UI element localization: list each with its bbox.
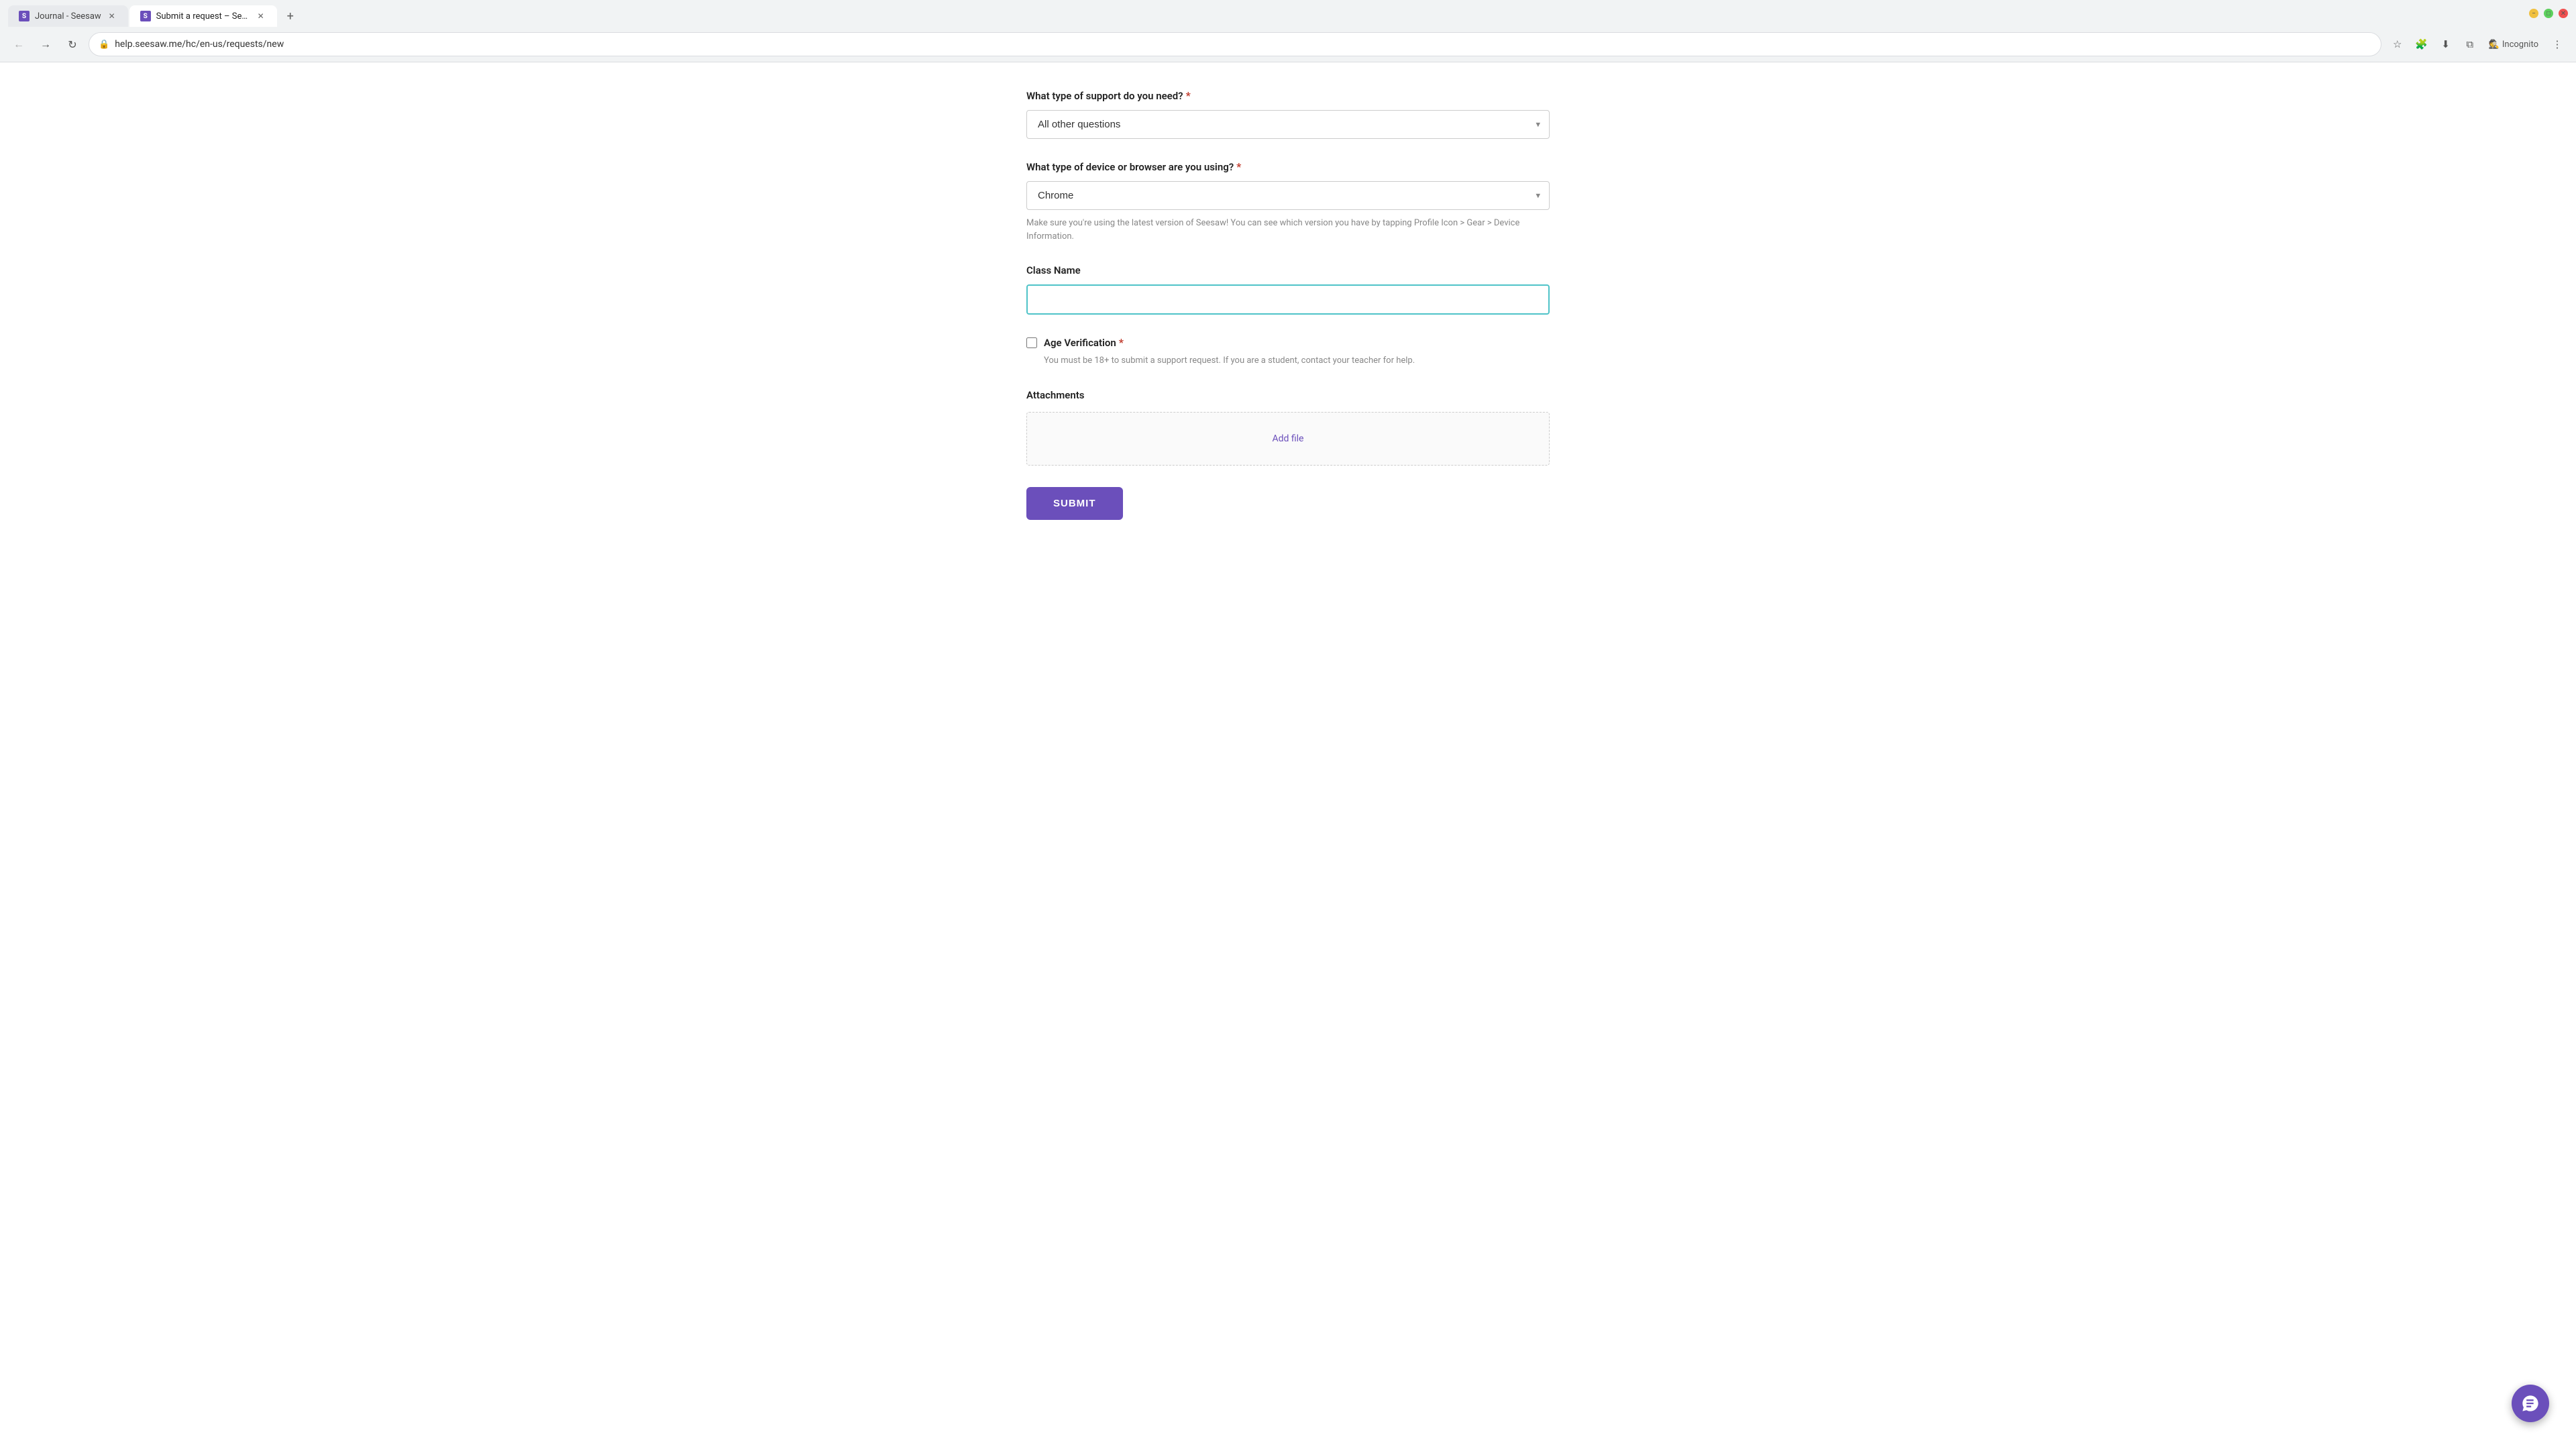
device-browser-hint: Make sure you're using the latest versio… [1026, 217, 1550, 243]
nav-bar: ← → ↻ 🔒 help.seesaw.me/hc/en-us/requests… [0, 27, 2576, 62]
url-text: help.seesaw.me/hc/en-us/requests/new [115, 39, 2371, 50]
support-type-select[interactable]: All other questionsTechnical issueBillin… [1026, 110, 1550, 139]
refresh-button[interactable]: ↻ [62, 34, 83, 55]
attachments-drop-zone[interactable]: Add file [1026, 412, 1550, 466]
more-menu-button[interactable]: ⋮ [2546, 34, 2568, 55]
age-verification-row: Age Verification * [1026, 336, 1550, 349]
tab-close-submit[interactable]: ✕ [256, 11, 266, 21]
age-verification-description: You must be 18+ to submit a support requ… [1044, 354, 1550, 368]
submit-button[interactable]: SUBMIT [1026, 487, 1123, 520]
tab-favicon-journal: S [19, 11, 30, 21]
download-button[interactable]: ⬇ [2435, 34, 2457, 55]
age-verification-checkbox[interactable] [1026, 337, 1037, 348]
device-browser-section: What type of device or browser are you u… [1026, 160, 1550, 243]
nav-actions: ☆ 🧩 ⬇ ⧉ 🕵️ Incognito ⋮ [2387, 34, 2568, 55]
device-browser-select[interactable]: ChromeSafariFirefoxEdgeiOSAndroid [1026, 181, 1550, 210]
tab-journal[interactable]: S Journal - Seesaw ✕ [8, 5, 128, 27]
browser-frame: S Journal - Seesaw ✕ S Submit a request … [0, 0, 2576, 62]
incognito-icon: 🕵️ [2489, 40, 2500, 50]
lock-icon: 🔒 [99, 40, 109, 50]
support-type-label: What type of support do you need? * [1026, 89, 1550, 102]
add-file-link[interactable]: Add file [1273, 433, 1304, 444]
new-tab-button[interactable]: + [281, 7, 300, 25]
age-verification-required: * [1119, 336, 1124, 349]
bookmark-button[interactable]: ☆ [2387, 34, 2408, 55]
submit-section: SUBMIT [1026, 487, 1550, 520]
support-type-wrapper: All other questionsTechnical issueBillin… [1026, 110, 1550, 139]
chat-icon [2521, 1394, 2540, 1413]
support-type-required: * [1186, 89, 1191, 102]
device-browser-required: * [1236, 160, 1241, 173]
extensions-button[interactable]: 🧩 [2411, 34, 2432, 55]
class-name-input[interactable] [1026, 284, 1550, 315]
minimize-button[interactable]: − [2529, 9, 2538, 18]
split-view-button[interactable]: ⧉ [2459, 34, 2481, 55]
window-controls: − □ ✕ [2529, 9, 2568, 23]
attachments-section: Attachments Add file [1026, 389, 1550, 466]
back-button[interactable]: ← [8, 34, 30, 55]
class-name-section: Class Name [1026, 264, 1550, 315]
forward-button[interactable]: → [35, 34, 56, 55]
incognito-label: Incognito [2502, 40, 2538, 50]
page-content: What type of support do you need? * All … [986, 62, 1590, 1444]
class-name-label: Class Name [1026, 264, 1550, 276]
tab-close-journal[interactable]: ✕ [107, 11, 117, 21]
title-bar: S Journal - Seesaw ✕ S Submit a request … [0, 0, 2576, 27]
device-browser-wrapper: ChromeSafariFirefoxEdgeiOSAndroid ▾ [1026, 181, 1550, 210]
attachments-label: Attachments [1026, 389, 1550, 401]
maximize-button[interactable]: □ [2544, 9, 2553, 18]
url-bar[interactable]: 🔒 help.seesaw.me/hc/en-us/requests/new [89, 32, 2381, 56]
tab-favicon-submit: S [140, 11, 151, 21]
device-browser-label: What type of device or browser are you u… [1026, 160, 1550, 173]
chat-bubble-button[interactable] [2512, 1385, 2549, 1422]
tab-submit[interactable]: S Submit a request – Seesaw Hel… ✕ [129, 5, 277, 27]
support-type-section: What type of support do you need? * All … [1026, 89, 1550, 139]
age-verification-label: Age Verification * [1044, 336, 1124, 349]
age-verification-section: Age Verification * You must be 18+ to su… [1026, 336, 1550, 368]
incognito-badge: 🕵️ Incognito [2483, 37, 2544, 52]
close-button[interactable]: ✕ [2559, 9, 2568, 18]
tab-title-submit: Submit a request – Seesaw Hel… [156, 11, 250, 21]
tab-title-journal: Journal - Seesaw [35, 11, 101, 21]
